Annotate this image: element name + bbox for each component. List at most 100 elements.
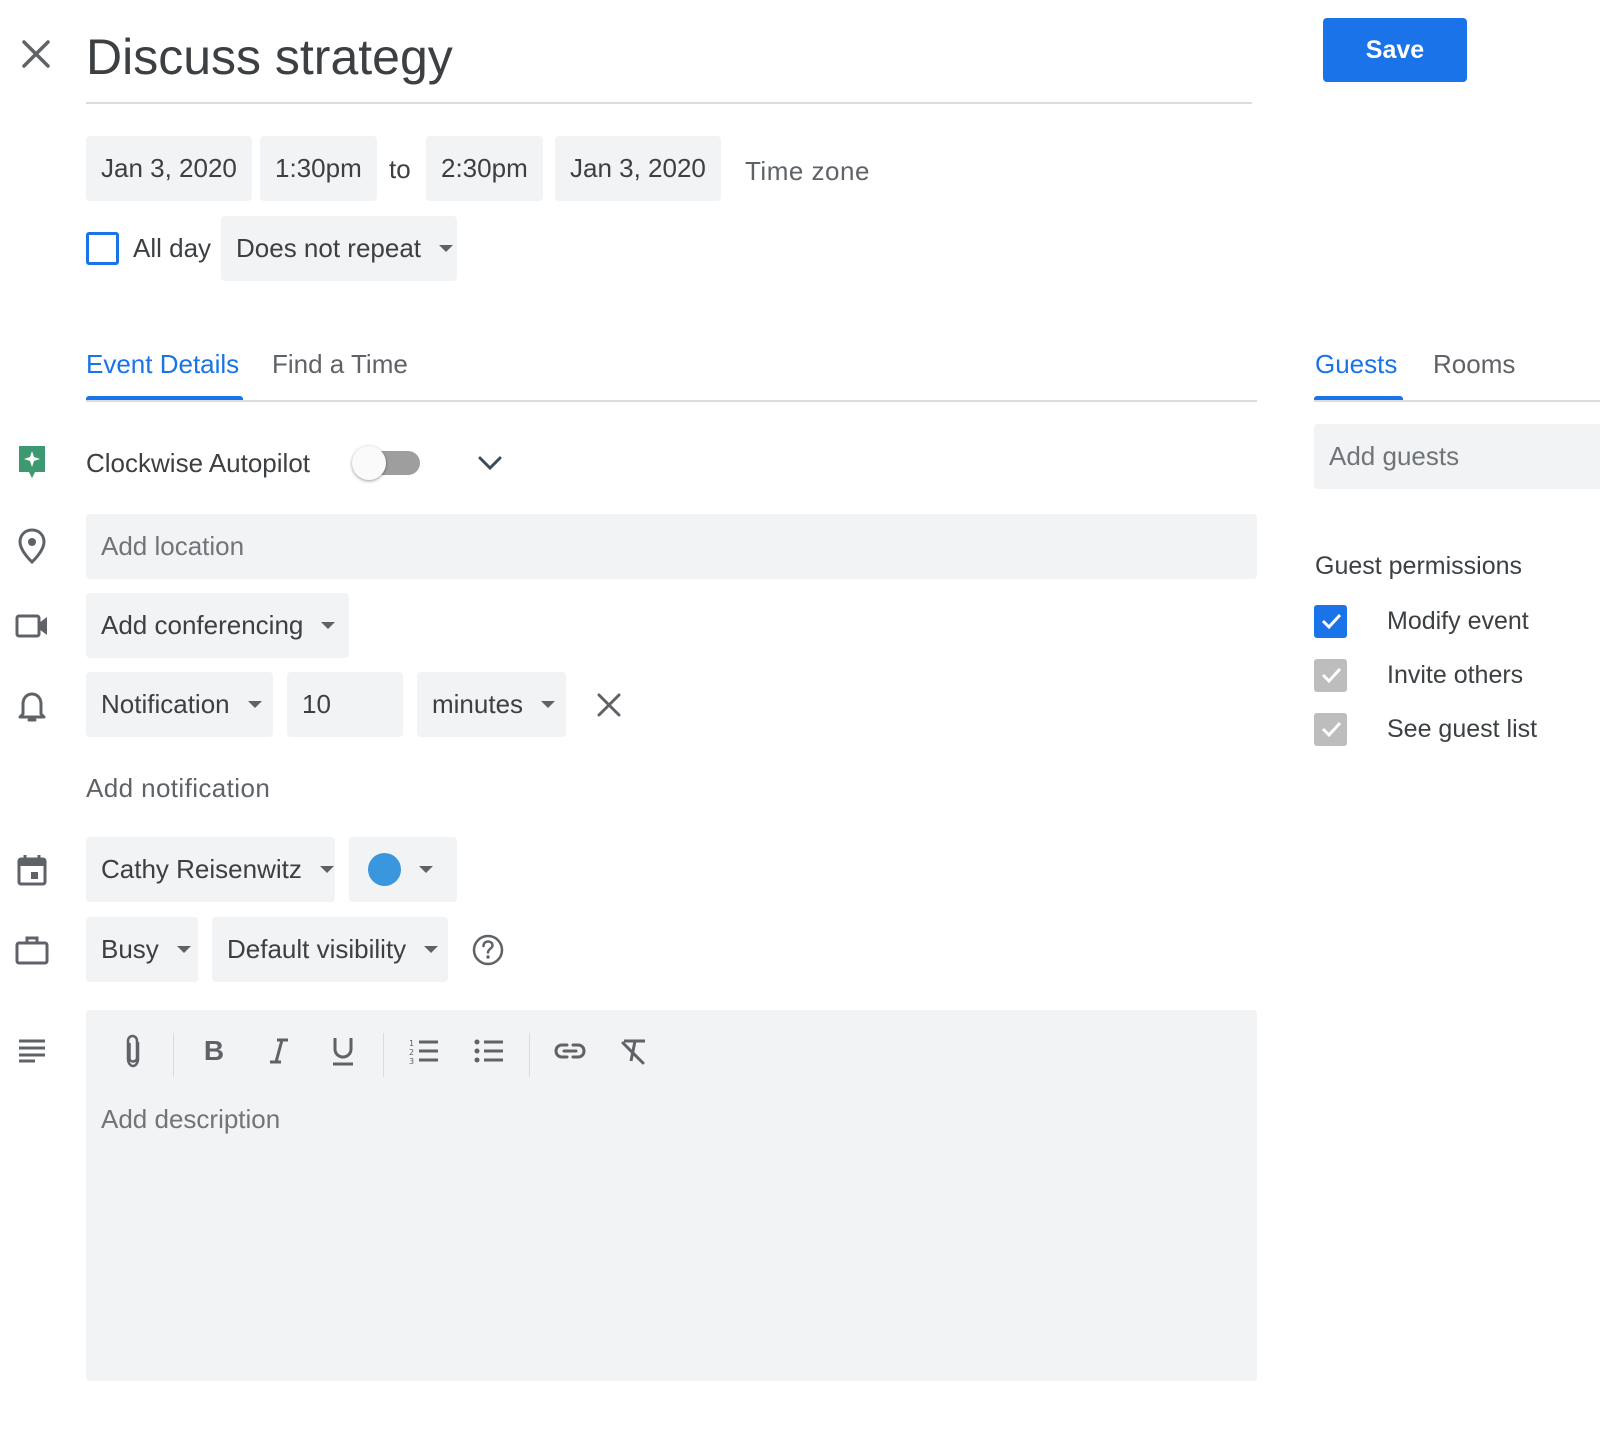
tabs-divider (86, 400, 1257, 402)
remove-notification-button[interactable] (592, 688, 626, 722)
chevron-down-icon (424, 946, 439, 953)
tab-rooms[interactable]: Rooms (1433, 349, 1515, 380)
date-separator: to (389, 154, 411, 184)
check-icon (1321, 721, 1341, 738)
clear-formatting-button[interactable] (613, 1030, 655, 1072)
bold-button[interactable]: B (193, 1030, 235, 1072)
permission-modify-event[interactable]: Modify event (1314, 604, 1529, 638)
italic-button[interactable] (258, 1030, 300, 1072)
conferencing-dropdown[interactable]: Add conferencing (86, 593, 349, 658)
close-icon (22, 40, 50, 68)
start-time: 1:30pm (275, 153, 362, 183)
link-icon (554, 1043, 586, 1059)
event-color-dropdown[interactable] (349, 837, 457, 902)
bulleted-list-button[interactable] (468, 1030, 510, 1072)
event-title: Discuss strategy (86, 29, 453, 85)
underline-icon (333, 1038, 353, 1066)
chevron-down-icon (439, 245, 454, 252)
clockwise-icon (14, 444, 50, 480)
description-lines-icon (14, 1032, 50, 1068)
check-icon (1321, 667, 1341, 684)
modify-event-checkbox[interactable] (1314, 604, 1347, 638)
toolbar-divider (383, 1033, 384, 1077)
visibility-help-button[interactable] (471, 933, 505, 967)
calendar-owner-dropdown[interactable]: Cathy Reisenwitz (86, 837, 335, 902)
notification-type: Notification (101, 689, 230, 719)
permission-see-guest-list[interactable]: See guest list (1314, 712, 1537, 746)
all-day-checkbox[interactable] (86, 232, 119, 265)
add-notification-link[interactable]: Add notification (86, 773, 270, 804)
location-pin-icon (14, 528, 50, 564)
clockwise-expand-button[interactable] (475, 448, 505, 478)
time-zone-link[interactable]: Time zone (745, 156, 870, 187)
paperclip-icon (126, 1034, 140, 1068)
chevron-down-icon (419, 866, 433, 873)
attach-button[interactable] (112, 1030, 154, 1072)
svg-text:3: 3 (409, 1057, 414, 1065)
visibility-value: Default visibility (227, 934, 407, 964)
description-placeholder: Add description (101, 1104, 281, 1134)
invite-others-label: Invite others (1387, 660, 1524, 689)
chevron-down-icon (176, 946, 191, 953)
underline-button[interactable] (322, 1030, 364, 1072)
start-time-chip[interactable]: 1:30pm (260, 136, 377, 201)
notification-unit: minutes (432, 689, 524, 719)
notification-type-dropdown[interactable]: Notification (86, 672, 273, 737)
toolbar-divider (173, 1033, 174, 1077)
guest-permissions-title: Guest permissions (1315, 552, 1523, 580)
chevron-down-icon (319, 866, 334, 873)
svg-text:2: 2 (409, 1048, 414, 1057)
chevron-down-icon (247, 701, 262, 708)
availability-dropdown[interactable]: Busy (86, 917, 198, 982)
see-guest-list-checkbox[interactable] (1314, 712, 1347, 746)
notification-amount: 10 (302, 689, 331, 719)
close-icon (597, 693, 621, 717)
add-guests-input[interactable]: Add guests (1314, 424, 1600, 489)
toolbar-divider (529, 1033, 530, 1077)
tab-event-details[interactable]: Event Details (86, 349, 239, 380)
briefcase-icon (14, 932, 50, 968)
numbered-list-icon: 1 2 3 (409, 1039, 438, 1065)
bell-icon (14, 688, 50, 724)
end-date-chip[interactable]: Jan 3, 2020 (555, 136, 721, 201)
notification-amount-input[interactable]: 10 (287, 672, 403, 737)
add-guests-placeholder: Add guests (1329, 441, 1460, 471)
invite-others-checkbox[interactable] (1314, 658, 1347, 692)
visibility-dropdown[interactable]: Default visibility (212, 917, 448, 982)
calendar-icon (14, 852, 50, 888)
notification-unit-dropdown[interactable]: minutes (417, 672, 566, 737)
bulleted-list-icon (474, 1039, 503, 1063)
clockwise-toggle[interactable] (352, 446, 420, 480)
location-placeholder: Add location (101, 531, 245, 561)
availability-value: Busy (101, 934, 159, 964)
link-button[interactable] (549, 1030, 591, 1072)
conferencing-label: Add conferencing (101, 610, 304, 640)
location-input[interactable]: Add location (86, 514, 1257, 579)
chevron-down-icon (321, 622, 336, 629)
video-camera-icon (14, 608, 50, 644)
end-time: 2:30pm (441, 153, 528, 183)
save-label: Save (1365, 35, 1425, 64)
start-date: Jan 3, 2020 (101, 153, 237, 183)
svg-text:1: 1 (409, 1039, 414, 1048)
close-button[interactable] (18, 36, 54, 72)
see-guest-list-label: See guest list (1387, 714, 1538, 743)
modify-event-label: Modify event (1387, 606, 1529, 635)
bold-icon: B (203, 1035, 225, 1066)
start-date-chip[interactable]: Jan 3, 2020 (86, 136, 252, 201)
repeat-dropdown[interactable]: Does not repeat (221, 216, 457, 281)
end-date: Jan 3, 2020 (570, 153, 706, 183)
permission-invite-others[interactable]: Invite others (1314, 658, 1523, 692)
save-button[interactable]: Save (1323, 18, 1467, 82)
chevron-down-icon (478, 456, 502, 471)
tab-find-a-time[interactable]: Find a Time (272, 349, 408, 380)
title-input[interactable]: Discuss strategy (86, 22, 1252, 104)
tab-guests[interactable]: Guests (1315, 349, 1397, 380)
right-tabs-divider (1314, 400, 1600, 402)
all-day-label: All day (133, 233, 212, 263)
end-time-chip[interactable]: 2:30pm (426, 136, 543, 201)
clear-formatting-icon (621, 1039, 645, 1065)
numbered-list-button[interactable]: 1 2 3 (403, 1030, 445, 1072)
calendar-owner: Cathy Reisenwitz (101, 854, 302, 884)
italic-icon (270, 1038, 288, 1064)
